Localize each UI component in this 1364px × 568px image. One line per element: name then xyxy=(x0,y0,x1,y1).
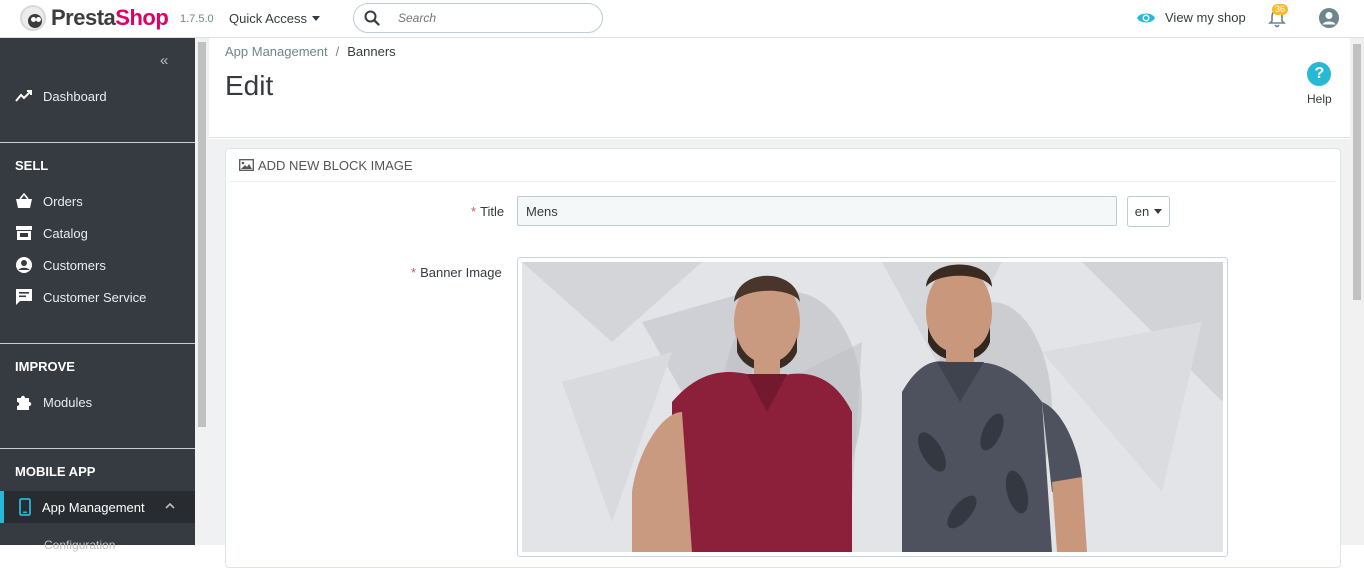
view-my-shop-link[interactable]: View my shop xyxy=(1136,10,1246,25)
section-sell: SELL xyxy=(15,158,49,173)
sidebar-nav: « Dashboard SELL Orders Catalog Customer… xyxy=(0,38,195,552)
account-circle-icon xyxy=(16,257,32,273)
sidebar-item-orders[interactable]: Orders xyxy=(0,185,195,217)
notifications-button[interactable]: 36 xyxy=(1268,4,1289,34)
puffin-logo-icon xyxy=(20,5,46,31)
top-header: PrestaShop 1.7.5.0 Quick Access View my … xyxy=(0,0,1364,38)
search-input[interactable] xyxy=(398,11,578,25)
sidebar-item-customer-service[interactable]: Customer Service xyxy=(0,281,195,313)
breadcrumb: App Management / Banners xyxy=(225,44,396,59)
page-scrollbar[interactable] xyxy=(1350,38,1364,545)
sidebar-item-dashboard[interactable]: Dashboard xyxy=(0,80,195,112)
sidebar-item-modules[interactable]: Modules xyxy=(0,386,195,418)
sidebar-item-catalog[interactable]: Catalog xyxy=(0,217,195,249)
version-label: 1.7.5.0 xyxy=(180,13,214,25)
chevron-up-icon xyxy=(165,502,175,509)
banner-image-label: * Banner Image xyxy=(411,265,502,280)
logo-text: PrestaShop xyxy=(51,5,169,30)
sidebar-subitem-configuration[interactable]: Configuration xyxy=(44,538,115,552)
sidebar-item-customers[interactable]: Customers xyxy=(0,249,195,281)
banner-image-frame xyxy=(517,257,1228,557)
language-dropdown[interactable]: en xyxy=(1127,196,1170,227)
scrollbar-thumb[interactable] xyxy=(198,42,206,427)
page-header: App Management / Banners Edit ? Help xyxy=(209,38,1350,138)
user-icon xyxy=(1319,8,1339,28)
sidebar-item-app-management[interactable]: App Management xyxy=(0,491,195,523)
search-icon[interactable] xyxy=(364,10,380,26)
page-title: Edit xyxy=(225,70,274,101)
caret-down-icon xyxy=(312,16,321,21)
section-improve: IMPROVE xyxy=(15,359,75,374)
sidebar-divider xyxy=(0,448,195,449)
eye-icon xyxy=(1137,13,1155,22)
puzzle-icon xyxy=(17,395,32,410)
help-button[interactable]: ? Help xyxy=(1307,62,1332,106)
sidebar-divider xyxy=(0,142,195,143)
chat-icon xyxy=(16,289,32,305)
user-account-button[interactable] xyxy=(1318,7,1340,34)
search-box[interactable] xyxy=(353,3,603,33)
sidebar-divider xyxy=(0,343,195,344)
prestashop-logo[interactable]: PrestaShop xyxy=(20,5,169,31)
scrollbar-thumb[interactable] xyxy=(1353,44,1361,300)
breadcrumb-banners: Banners xyxy=(347,44,396,59)
help-icon: ? xyxy=(1307,62,1332,86)
smartphone-icon xyxy=(19,498,31,516)
quick-access-dropdown[interactable]: Quick Access xyxy=(229,11,321,26)
notifications-badge: 36 xyxy=(1272,4,1289,15)
banner-form-panel: ADD NEW BLOCK IMAGE *Title en *Banner Im… xyxy=(225,148,1341,568)
title-label: * Title xyxy=(471,204,505,219)
trending-up-icon xyxy=(15,90,32,102)
help-label: Help xyxy=(1307,92,1332,106)
store-icon xyxy=(16,226,32,240)
title-input[interactable] xyxy=(517,196,1117,226)
breadcrumb-app-management[interactable]: App Management xyxy=(225,44,328,59)
sidebar-scrollbar[interactable] xyxy=(195,38,209,545)
caret-down-icon xyxy=(1154,209,1163,214)
panel-heading: ADD NEW BLOCK IMAGE xyxy=(230,149,1336,182)
banner-photo xyxy=(522,262,1223,552)
basket-icon xyxy=(16,193,32,208)
banner-image xyxy=(522,262,1223,552)
collapse-sidebar-icon[interactable]: « xyxy=(160,52,168,69)
image-icon xyxy=(239,159,254,171)
section-mobile-app: MOBILE APP xyxy=(15,464,96,479)
